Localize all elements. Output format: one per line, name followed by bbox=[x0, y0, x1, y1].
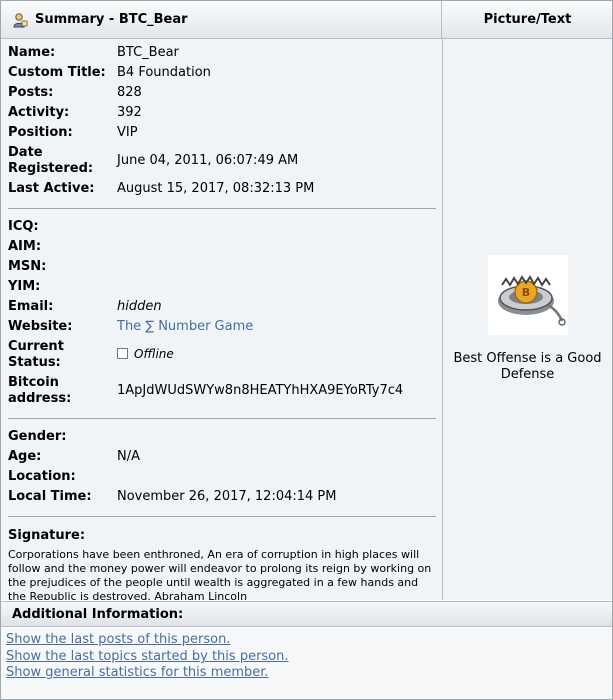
posts-label: Posts: bbox=[8, 85, 54, 100]
divider bbox=[8, 516, 436, 517]
date-registered-label-line1: Date bbox=[8, 145, 43, 160]
position-value: VIP bbox=[117, 125, 138, 140]
name-label: Name: bbox=[8, 45, 56, 60]
gender-label: Gender: bbox=[8, 429, 67, 444]
summary-title: Summary - BTC_Bear bbox=[35, 12, 188, 27]
email-label: Email: bbox=[8, 299, 54, 314]
activity-label: Activity: bbox=[8, 105, 70, 120]
avatar: B bbox=[488, 255, 568, 335]
bitcoin-address: 1ApJdWUdSWYw8n8HEATYhHXA9EYoRTy7c4 bbox=[117, 383, 404, 398]
status-label-line2: Status: bbox=[8, 355, 61, 370]
name-value: BTC_Bear bbox=[117, 45, 179, 60]
custom-title-label: Custom Title: bbox=[8, 65, 106, 80]
date-registered-label-line2: Registered: bbox=[8, 161, 94, 176]
status-label-line1: Current bbox=[8, 339, 64, 354]
age-label: Age: bbox=[8, 449, 42, 464]
last-posts-link[interactable]: Show the last posts of this person. bbox=[6, 632, 230, 648]
aim-label: AIM: bbox=[8, 239, 42, 254]
personal-text: Best Offense is a Good Defense bbox=[453, 351, 602, 382]
posts-value: 828 bbox=[117, 85, 142, 100]
bitcoin-label-line1: Bitcoin bbox=[8, 375, 59, 390]
email-value: hidden bbox=[117, 299, 162, 314]
picture-title: Picture/Text bbox=[483, 12, 572, 27]
position-label: Position: bbox=[8, 125, 73, 140]
last-active-value: August 15, 2017, 08:32:13 PM bbox=[117, 181, 315, 196]
bear-trap-coin-icon: B bbox=[498, 275, 566, 326]
website-label: Website: bbox=[8, 319, 73, 334]
signature-label: Signature: bbox=[8, 528, 86, 543]
last-topics-link[interactable]: Show the last topics started by this per… bbox=[6, 649, 289, 665]
summary-panel: Name: BTC_Bear Custom Title: B4 Foundati… bbox=[1, 39, 443, 600]
location-label: Location: bbox=[8, 469, 76, 484]
activity-value: 392 bbox=[117, 105, 142, 120]
additional-info-title: Additional Information: bbox=[12, 606, 184, 622]
additional-info-header: Additional Information: bbox=[1, 601, 612, 627]
picture-panel: B Best Offense is a Good Defense bbox=[443, 39, 612, 600]
last-active-label: Last Active: bbox=[8, 181, 95, 196]
offline-status-icon bbox=[117, 348, 128, 359]
summary-header: Summary - BTC_Bear bbox=[1, 1, 442, 38]
signature-text: Corporations have been enthroned, An era… bbox=[8, 548, 432, 600]
profile-window: Summary - BTC_Bear Picture/Text Name: BT… bbox=[0, 0, 613, 700]
status-text: Offline bbox=[134, 347, 174, 361]
divider bbox=[8, 418, 436, 419]
picture-header: Picture/Text bbox=[443, 1, 612, 38]
additional-info-panel: Show the last posts of this person. Show… bbox=[1, 628, 612, 699]
status-value: Offline bbox=[117, 346, 174, 363]
yim-label: YIM: bbox=[8, 279, 41, 294]
divider bbox=[8, 208, 436, 209]
local-time-value: November 26, 2017, 12:04:14 PM bbox=[117, 489, 337, 504]
header-bar: Summary - BTC_Bear Picture/Text bbox=[1, 1, 612, 39]
custom-title-value: B4 Foundation bbox=[117, 65, 211, 80]
website-link[interactable]: The ∑ Number Game bbox=[117, 319, 253, 335]
statistics-link[interactable]: Show general statistics for this member. bbox=[6, 665, 269, 681]
icq-label: ICQ: bbox=[8, 219, 39, 234]
msn-label: MSN: bbox=[8, 259, 47, 274]
local-time-label: Local Time: bbox=[8, 489, 92, 504]
svg-text:B: B bbox=[522, 286, 530, 299]
age-value: N/A bbox=[117, 449, 140, 464]
bitcoin-label-line2: address: bbox=[8, 391, 72, 406]
date-registered-value: June 04, 2011, 06:07:49 AM bbox=[117, 153, 299, 168]
user-icon bbox=[13, 12, 28, 27]
